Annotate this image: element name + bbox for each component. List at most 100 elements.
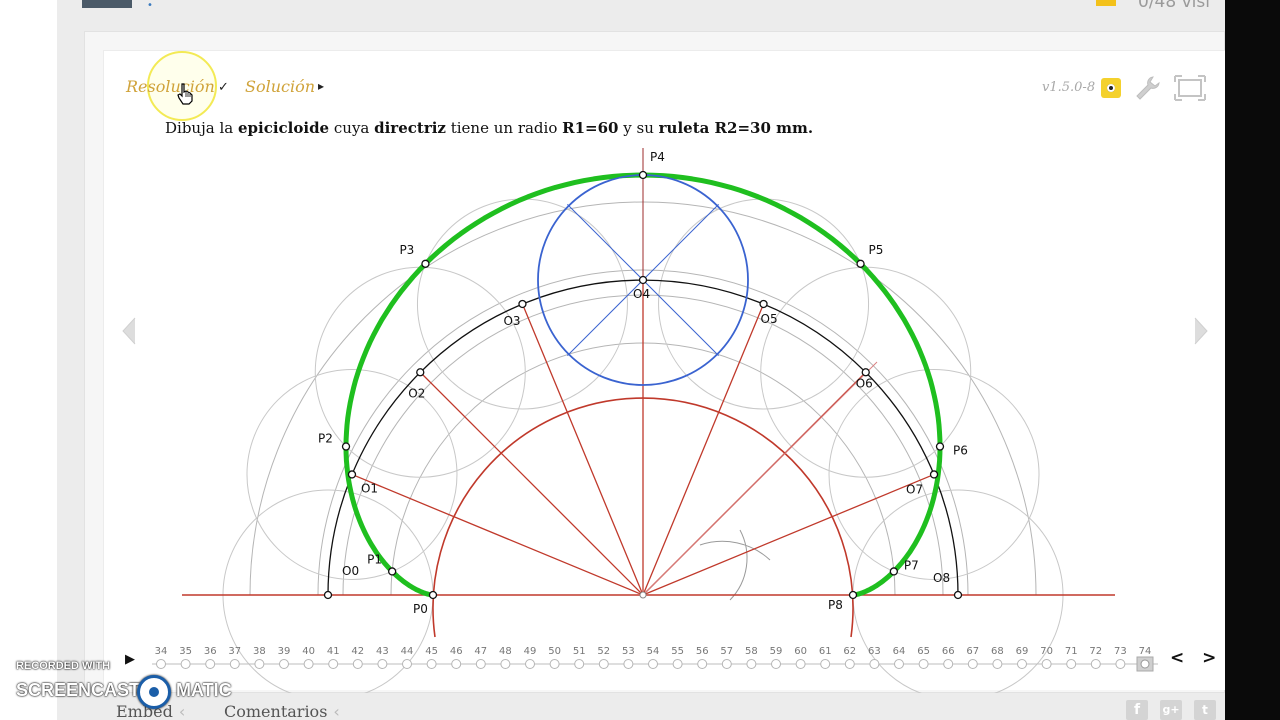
timeline-tick-label[interactable]: 71 bbox=[1065, 646, 1078, 657]
timeline-tick-dot[interactable] bbox=[402, 659, 412, 669]
timeline-tick-label[interactable]: 59 bbox=[770, 646, 783, 657]
timeline-tick-label[interactable]: 49 bbox=[524, 646, 537, 657]
timeline-tick-dot[interactable] bbox=[328, 659, 339, 669]
timeline-tick-label[interactable]: 40 bbox=[302, 646, 315, 657]
timeline-tick-dot[interactable] bbox=[648, 659, 658, 669]
recorder-watermark-line1: RECORDED WITH bbox=[16, 660, 111, 672]
timeline-tick-label[interactable]: 36 bbox=[204, 646, 217, 657]
comments-link[interactable]: Comentarios ‹ bbox=[224, 702, 340, 720]
timeline-tick-label[interactable]: 66 bbox=[942, 646, 955, 657]
timeline-tick-dot[interactable] bbox=[1017, 659, 1027, 669]
timeline-tick-dot[interactable] bbox=[820, 659, 831, 669]
timeline-tick-dot[interactable] bbox=[180, 659, 191, 669]
timeline-tick-label[interactable]: 35 bbox=[179, 646, 192, 657]
timeline-tick-label[interactable]: 72 bbox=[1089, 646, 1102, 657]
timeline-tick-dot[interactable] bbox=[943, 659, 954, 669]
timeline-tick-label[interactable]: 55 bbox=[671, 646, 684, 657]
origin-point bbox=[639, 591, 647, 599]
timeline-tick-label[interactable]: 48 bbox=[499, 646, 512, 657]
timeline-tick-dot[interactable] bbox=[254, 659, 265, 669]
label-P4: P4 bbox=[650, 150, 665, 164]
timeline-tick-dot[interactable] bbox=[451, 659, 462, 669]
timeline-tick-dot[interactable] bbox=[869, 659, 880, 669]
timeline-tick-label[interactable]: 43 bbox=[376, 646, 389, 657]
timeline-tick-dot[interactable] bbox=[377, 659, 388, 669]
timeline-slider[interactable]: 34 35 36 37 38 39 40 41 42 43 44 45 46 47 48 49 50 51 52 53… bbox=[0, 640, 1280, 680]
label-O2: O2 bbox=[408, 386, 425, 400]
timeline-tick-label[interactable]: 63 bbox=[868, 646, 881, 657]
timeline-tick-dot[interactable] bbox=[967, 659, 978, 669]
timeline-tick-dot[interactable] bbox=[598, 659, 609, 669]
timeline-tick-label[interactable]: 58 bbox=[745, 646, 758, 657]
timeline-tick-label[interactable]: 37 bbox=[228, 646, 241, 657]
timeline-tick-dot[interactable] bbox=[475, 659, 486, 669]
timeline-tick-label[interactable]: 68 bbox=[991, 646, 1004, 657]
timeline-tick-dot[interactable] bbox=[156, 659, 166, 669]
timeline-tick-label[interactable]: 53 bbox=[622, 646, 635, 657]
label-P0: P0 bbox=[413, 602, 428, 616]
timeline-tick-label[interactable]: 50 bbox=[548, 646, 561, 657]
timeline-tick-label[interactable]: 69 bbox=[1016, 646, 1029, 657]
timeline-tick-label[interactable]: 52 bbox=[597, 646, 610, 657]
timeline-tick-dot[interactable] bbox=[746, 659, 757, 669]
timeline-tick-dot[interactable] bbox=[352, 659, 363, 669]
timeline-tick-label[interactable]: 42 bbox=[351, 646, 364, 657]
timeline-tick-dot[interactable] bbox=[1115, 659, 1126, 669]
timeline-tick-label[interactable]: 67 bbox=[966, 646, 979, 657]
timeline-tick-label[interactable]: 64 bbox=[893, 646, 906, 657]
timeline-tick-label[interactable]: 56 bbox=[696, 646, 709, 657]
timeline-tick-dot[interactable] bbox=[549, 659, 560, 669]
recorder-logo-icon bbox=[137, 675, 171, 709]
timeline-tick-dot[interactable] bbox=[844, 659, 855, 669]
timeline-tick-dot[interactable] bbox=[1066, 659, 1077, 669]
timeline-tick-label[interactable]: 54 bbox=[647, 646, 660, 657]
timeline-tick-label[interactable]: 51 bbox=[573, 646, 586, 657]
timeline-tick-label[interactable]: 46 bbox=[450, 646, 463, 657]
timeline-tick-label[interactable]: 39 bbox=[278, 646, 291, 657]
timeline-tick-label[interactable]: 62 bbox=[843, 646, 856, 657]
timeline-tick-label[interactable]: 65 bbox=[917, 646, 930, 657]
timeline-tick-label[interactable]: 74 bbox=[1139, 646, 1152, 657]
timeline-tick-dot[interactable] bbox=[697, 659, 708, 669]
timeline-tick-dot[interactable] bbox=[894, 659, 904, 669]
timeline-tick-label[interactable]: 60 bbox=[794, 646, 807, 657]
timeline-tick-dot[interactable] bbox=[500, 659, 511, 669]
timeline-tick-dot[interactable] bbox=[426, 659, 437, 669]
timeline-tick-label[interactable]: 57 bbox=[720, 646, 733, 657]
label-P1: P1 bbox=[367, 552, 382, 566]
google-plus-icon[interactable]: g+ bbox=[1160, 700, 1182, 720]
timeline-nav-buttons[interactable]: < > bbox=[1170, 648, 1222, 668]
timeline-tick-dot[interactable] bbox=[721, 659, 732, 669]
timeline-tick-label[interactable]: 45 bbox=[425, 646, 438, 657]
timeline-tick-dot[interactable] bbox=[795, 659, 806, 669]
timeline-tick-dot[interactable] bbox=[303, 659, 314, 669]
timeline-tick-dot[interactable] bbox=[918, 659, 929, 669]
timeline-tick-dot[interactable] bbox=[992, 659, 1003, 669]
timeline-tick-dot[interactable] bbox=[205, 659, 216, 669]
timeline-tick-label[interactable]: 44 bbox=[401, 646, 414, 657]
center-point-O7 bbox=[929, 470, 939, 479]
timeline-tick-label[interactable]: 47 bbox=[474, 646, 487, 657]
curve-point-P8 bbox=[848, 590, 858, 600]
timeline-tick-label[interactable]: 61 bbox=[819, 646, 832, 657]
timeline-tick-label[interactable]: 73 bbox=[1114, 646, 1127, 657]
label-O6: O6 bbox=[856, 376, 873, 390]
timeline-tick-dot[interactable] bbox=[574, 659, 585, 669]
timeline-tick-dot[interactable] bbox=[1041, 659, 1052, 669]
timeline-tick-label[interactable]: 70 bbox=[1040, 646, 1053, 657]
timeline-tick-dot[interactable] bbox=[279, 659, 289, 669]
timeline-tick-dot[interactable] bbox=[623, 659, 634, 669]
timeline-tick-dot[interactable] bbox=[525, 659, 535, 669]
label-O7: O7 bbox=[906, 482, 923, 496]
timeline-tick-label[interactable]: 41 bbox=[327, 646, 340, 657]
timeline-tick-label[interactable]: 34 bbox=[155, 646, 168, 657]
timeline-tick-dot[interactable] bbox=[771, 659, 781, 669]
twitter-icon[interactable]: t bbox=[1194, 700, 1216, 720]
facebook-icon[interactable]: f bbox=[1126, 700, 1148, 720]
timeline-tick-dot[interactable] bbox=[1090, 659, 1101, 669]
timeline-tick-dot[interactable] bbox=[229, 659, 240, 669]
timeline-tick-label[interactable]: 38 bbox=[253, 646, 266, 657]
timeline-tick-dot[interactable] bbox=[1140, 659, 1150, 669]
timeline-tick-dot[interactable] bbox=[672, 659, 683, 669]
label-O1: O1 bbox=[361, 481, 378, 495]
